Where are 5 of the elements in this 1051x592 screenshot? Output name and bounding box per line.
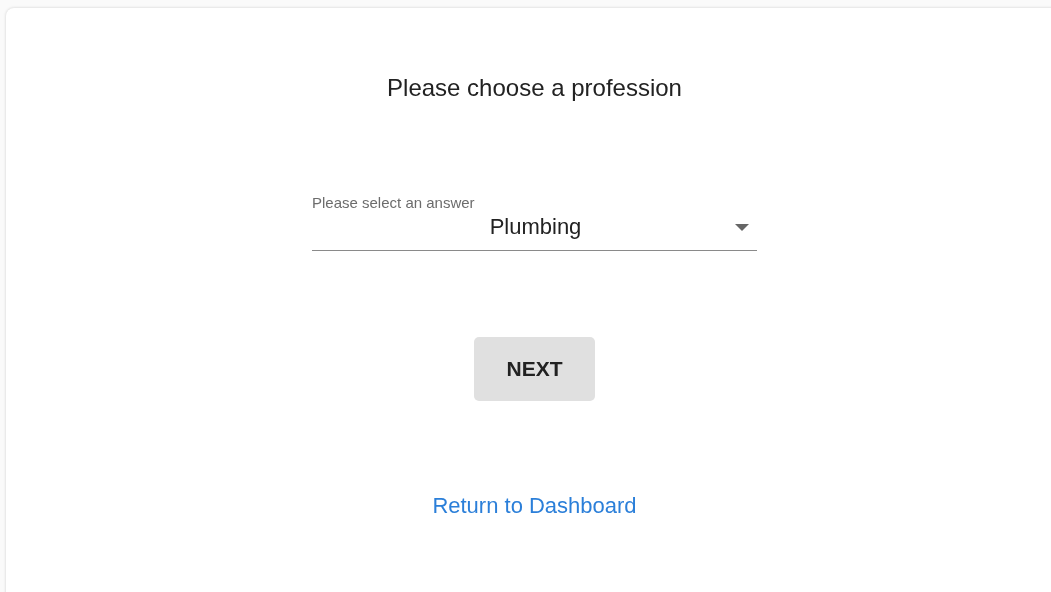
select-field[interactable]: Please select an answer Plumbing	[312, 194, 757, 251]
next-button[interactable]: NEXT	[474, 337, 595, 401]
dashboard-link[interactable]: Return to Dashboard	[432, 489, 637, 522]
page-title: Please choose a profession	[387, 73, 682, 103]
caret-icon	[735, 223, 749, 231]
